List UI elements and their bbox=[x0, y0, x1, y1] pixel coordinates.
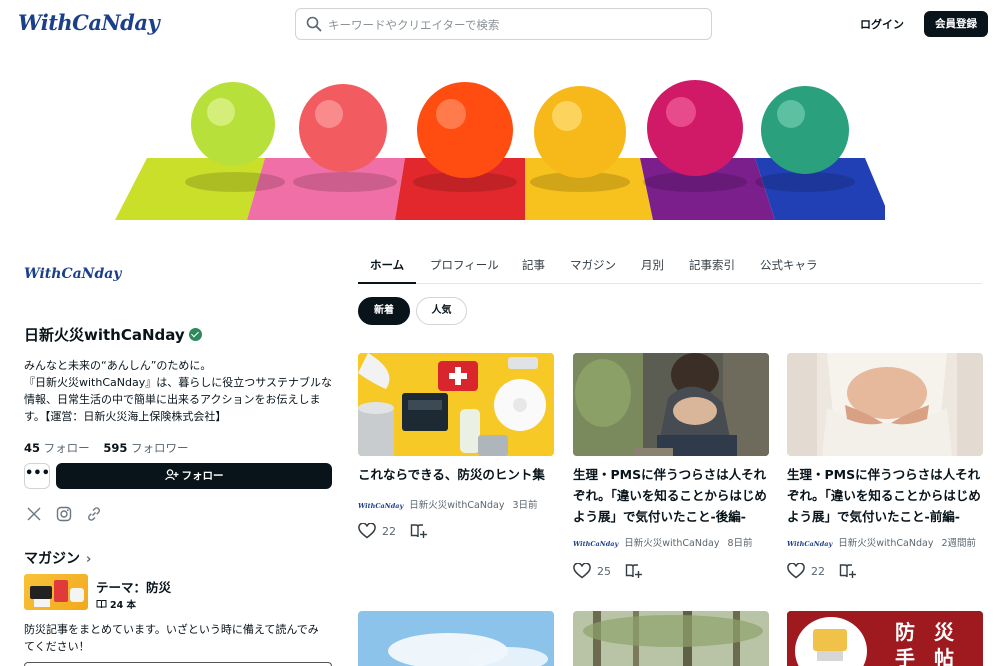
follow-stats: 45 フォロー 595 フォロワー bbox=[24, 440, 199, 456]
signup-button[interactable]: 会員登録 bbox=[924, 11, 988, 37]
filter-new-button[interactable]: 新着 bbox=[358, 297, 410, 325]
article-meta: WithCaNday 日新火災withCaNday 3日前 bbox=[358, 497, 538, 511]
tab-profile[interactable]: プロフィール bbox=[430, 257, 499, 273]
following-label[interactable]: フォロー bbox=[44, 441, 90, 455]
verified-badge-icon bbox=[188, 328, 202, 341]
author-name[interactable]: 日新火災withCaNday bbox=[624, 538, 719, 549]
article-title-line: ぞれ。「違いを知ることからはじめ bbox=[787, 488, 981, 503]
article-title-line: よう展」で気付いたこと-後編- bbox=[573, 509, 746, 524]
article-thumbnail[interactable] bbox=[573, 353, 769, 456]
header-banner-image bbox=[115, 48, 885, 220]
heart-icon[interactable] bbox=[358, 523, 376, 539]
search-input[interactable]: キーワードやクリエイターで検索 bbox=[295, 8, 712, 40]
article-date: 3日前 bbox=[512, 500, 538, 511]
bio-line: みんなと未来の“あんしん”のために。 bbox=[24, 359, 212, 372]
social-links bbox=[26, 503, 111, 522]
tab-articles[interactable]: 記事 bbox=[522, 257, 545, 273]
magazine-description-line: 防災記事をまとめています。いざという時に備えて読んでみ bbox=[24, 623, 319, 636]
article-thumbnail[interactable] bbox=[358, 611, 554, 666]
tab-monthly[interactable]: 月別 bbox=[641, 257, 664, 273]
following-count[interactable]: 45 bbox=[24, 441, 40, 455]
profile-logo: WithCaNday bbox=[24, 266, 122, 282]
article-actions: 25 bbox=[573, 563, 643, 579]
link-icon[interactable] bbox=[86, 506, 102, 522]
article-meta: WithCaNday 日新火災withCaNday 2週間前 bbox=[787, 535, 976, 549]
login-link[interactable]: ログイン bbox=[860, 16, 904, 32]
article-actions: 22 bbox=[358, 523, 428, 539]
article-date: 8日前 bbox=[727, 538, 753, 549]
article-title[interactable]: 生理・PMSに伴うつらさは人それ ぞれ。「違いを知ることからはじめ よう展」で気… bbox=[573, 464, 773, 527]
profile-tabs: ホーム プロフィール 記事 マガジン 月別 記事索引 公式キャラ bbox=[358, 248, 982, 284]
author-avatar[interactable]: WithCaNday bbox=[787, 540, 832, 548]
add-to-magazine-icon[interactable] bbox=[410, 523, 428, 539]
search-icon bbox=[306, 16, 322, 32]
profile-name-text: 日新火災withCaNday bbox=[24, 326, 185, 344]
author-name[interactable]: 日新火災withCaNday bbox=[409, 500, 504, 511]
article-card[interactable]: これならできる、防災のヒント集 WithCaNday 日新火災withCaNday… bbox=[358, 353, 554, 543]
add-to-magazine-icon[interactable] bbox=[839, 563, 857, 579]
magazine-follow-button[interactable] bbox=[24, 662, 332, 666]
article-thumbnail[interactable] bbox=[787, 353, 983, 456]
site-logo[interactable]: WithCaNday bbox=[18, 10, 160, 35]
magazine-title[interactable]: テーマ：防災 bbox=[96, 577, 171, 596]
chevron-right-icon: › bbox=[86, 552, 92, 567]
top-header: WithCaNday キーワードやクリエイターで検索 ログイン 会員登録 bbox=[0, 0, 1000, 48]
follower-label[interactable]: フォロワー bbox=[131, 441, 189, 455]
profile-bio: みんなと未来の“あんしん”のために。 『日新火災withCaNday』は、暮らし… bbox=[24, 357, 334, 425]
article-actions: 22 bbox=[787, 563, 857, 579]
article-title-line: これならできる、防災のヒント集 bbox=[358, 467, 545, 482]
article-title-line: 生理・PMSに伴うつらさは人それ bbox=[787, 467, 981, 482]
like-count: 25 bbox=[597, 564, 611, 578]
article-card[interactable]: 生理・PMSに伴うつらさは人それ ぞれ。「違いを知ることからはじめ よう展」で気… bbox=[573, 353, 769, 583]
like-count: 22 bbox=[382, 524, 396, 538]
bottom-card-text: 防 災 手 帖 bbox=[895, 620, 960, 666]
magazine-description-line: てください！ bbox=[24, 640, 90, 653]
article-thumbnail[interactable] bbox=[573, 611, 769, 666]
article-title[interactable]: 生理・PMSに伴うつらさは人それ ぞれ。「違いを知ることからはじめ よう展」で気… bbox=[787, 464, 987, 527]
article-title[interactable]: これならできる、防災のヒント集 bbox=[358, 464, 558, 485]
bio-line: 『日新火災withCaNday』は、暮らしに役立つサステナブルな bbox=[24, 376, 332, 389]
tab-magazine[interactable]: マガジン bbox=[570, 257, 616, 273]
heart-icon[interactable] bbox=[573, 563, 591, 579]
more-options-button[interactable]: ••• bbox=[24, 463, 50, 489]
like-count: 22 bbox=[811, 564, 825, 578]
author-avatar[interactable]: WithCaNday bbox=[358, 502, 403, 510]
article-title-line: 生理・PMSに伴うつらさは人それ bbox=[573, 467, 767, 482]
magazine-heading-text: マガジン bbox=[24, 551, 80, 567]
tab-article-index[interactable]: 記事索引 bbox=[689, 257, 735, 273]
magazine-description: 防災記事をまとめています。いざという時に備えて読んでみ てください！ bbox=[24, 621, 334, 655]
search-placeholder: キーワードやクリエイターで検索 bbox=[328, 18, 500, 32]
bio-line: 情報、日常生活の中で簡単に出来るアクションをお伝えしま bbox=[24, 393, 321, 406]
magazine-heading[interactable]: マガジン › bbox=[24, 548, 91, 568]
instagram-icon[interactable] bbox=[56, 506, 72, 522]
article-meta: WithCaNday 日新火災withCaNday 8日前 bbox=[573, 535, 753, 549]
active-tab-indicator bbox=[358, 282, 416, 284]
follower-count[interactable]: 595 bbox=[103, 441, 127, 455]
tab-home[interactable]: ホーム bbox=[370, 257, 404, 273]
author-avatar[interactable]: WithCaNday bbox=[573, 540, 618, 548]
filter-popular-button[interactable]: 人気 bbox=[416, 297, 467, 325]
article-date: 2週間前 bbox=[941, 538, 976, 549]
magazine-count-text: 24 本 bbox=[110, 600, 137, 611]
article-thumbnail[interactable] bbox=[358, 353, 554, 456]
tab-official-character[interactable]: 公式キャラ bbox=[760, 257, 818, 273]
add-user-icon bbox=[164, 469, 178, 481]
profile-name: 日新火災withCaNday bbox=[24, 324, 202, 345]
bio-line: す。【運営：日新火災海上保険株式会社】 bbox=[24, 410, 227, 423]
author-name[interactable]: 日新火災withCaNday bbox=[838, 538, 933, 549]
book-icon bbox=[96, 600, 107, 609]
article-title-line: よう展」で気付いたこと-前編- bbox=[787, 509, 960, 524]
heart-icon[interactable] bbox=[787, 563, 805, 579]
x-icon[interactable] bbox=[26, 506, 42, 522]
magazine-thumbnail[interactable] bbox=[24, 574, 88, 610]
follow-button[interactable]: フォロー bbox=[56, 463, 332, 489]
article-title-line: ぞれ。「違いを知ることからはじめ bbox=[573, 488, 767, 503]
magazine-count: 24 本 bbox=[96, 597, 136, 611]
add-to-magazine-icon[interactable] bbox=[625, 563, 643, 579]
article-thumbnail[interactable]: 防 災 手 帖 bbox=[787, 611, 983, 666]
follow-button-label: フォロー bbox=[181, 470, 224, 482]
article-card[interactable]: 生理・PMSに伴うつらさは人それ ぞれ。「違いを知ることからはじめ よう展」で気… bbox=[787, 353, 983, 583]
